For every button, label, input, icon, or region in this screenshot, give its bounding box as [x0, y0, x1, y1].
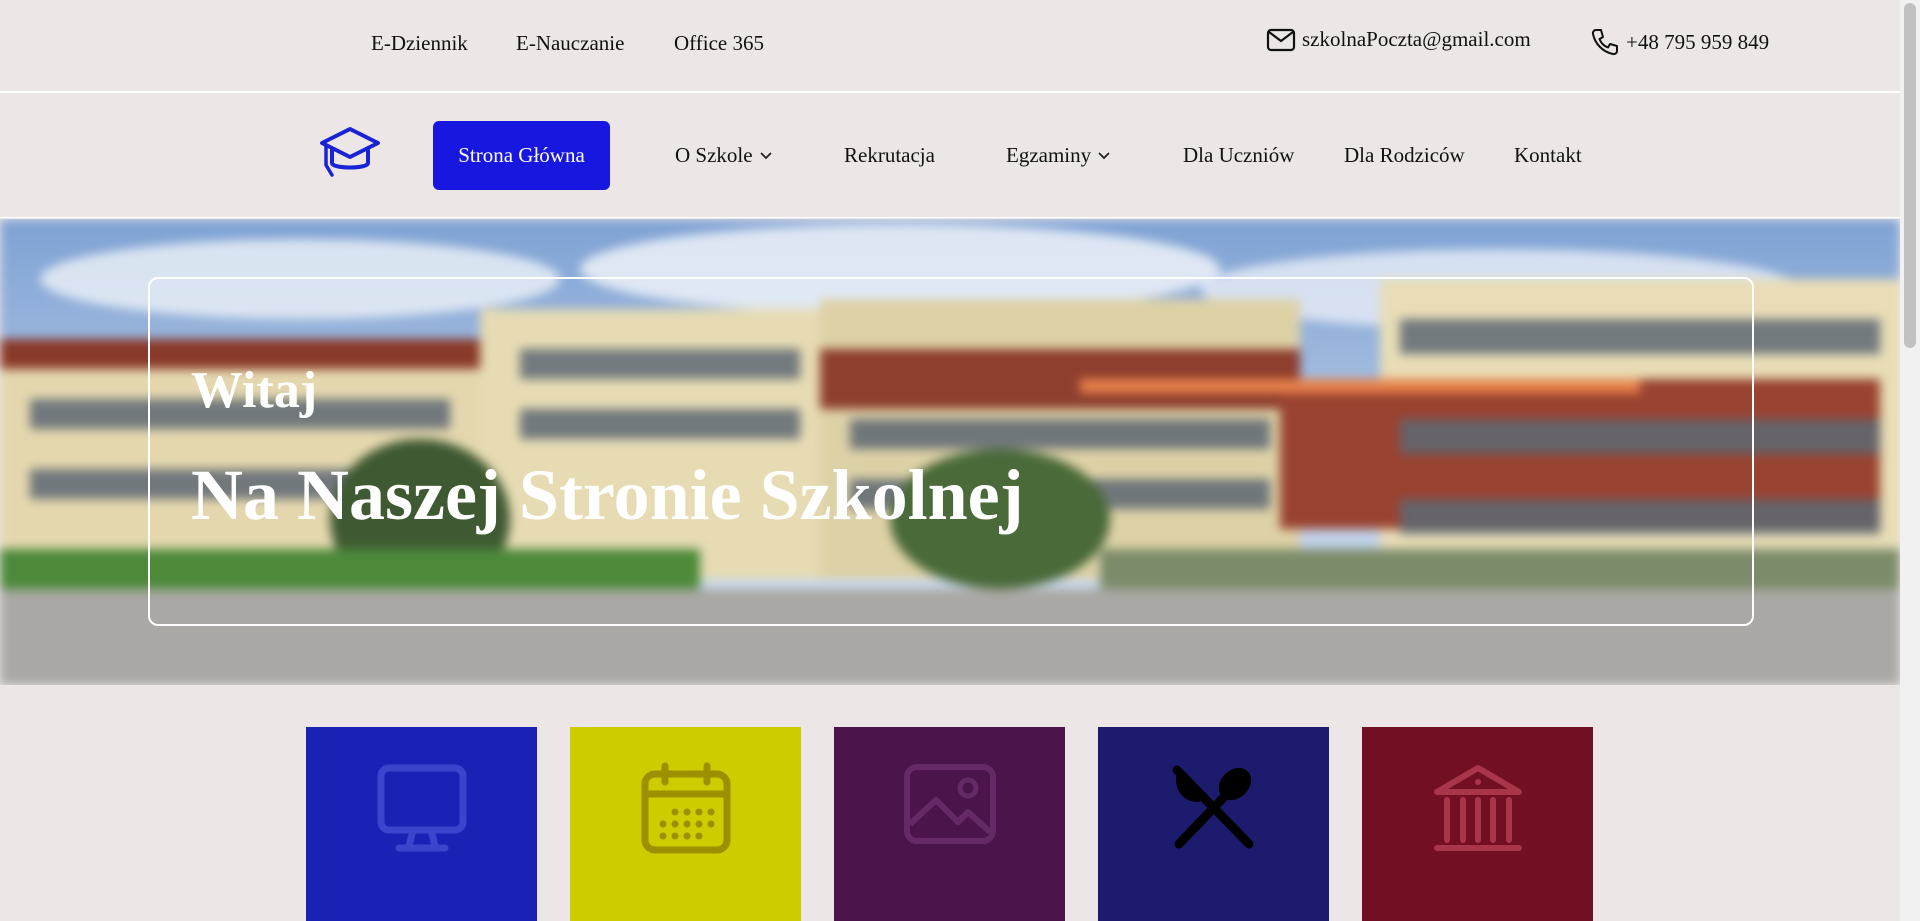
nav-egzaminy-label: Egzaminy [1006, 143, 1092, 167]
chevron-down-icon [759, 151, 772, 159]
scrollbar-thumb[interactable] [1904, 3, 1916, 348]
nav-dla-rodzicow-label: Dla Rodziców [1344, 143, 1465, 167]
e-dziennik-link[interactable]: E-Dziennik [371, 31, 468, 56]
tile-canteen[interactable] [1098, 727, 1329, 921]
hero-title: Na Naszej Stronie Szkolnej [191, 455, 1024, 535]
page-scrollbar[interactable] [1900, 0, 1920, 921]
nav-dla-uczniow-label: Dla Uczniów [1183, 143, 1295, 167]
tile-calendar[interactable] [570, 727, 801, 921]
building-icon [1433, 765, 1522, 851]
nav-home-button[interactable]: Strona Główna [433, 121, 610, 190]
office-365-link[interactable]: Office 365 [674, 31, 764, 56]
image-icon [903, 764, 996, 844]
email-text: szkolnaPoczta@gmail.com [1302, 27, 1531, 51]
mail-icon [1266, 28, 1296, 51]
nav-o-szkole[interactable]: O Szkole [675, 143, 773, 168]
phone-contact[interactable]: +48 795 959 849 [1590, 27, 1769, 57]
nav-o-szkole-label: O Szkole [675, 143, 753, 167]
top-bar: E-Dziennik E-Nauczanie Office 365 szkoln… [0, 0, 1900, 93]
monitor-icon [377, 764, 466, 852]
graduation-cap-icon[interactable] [318, 125, 382, 186]
nav-rekrutacja[interactable]: Rekrutacja [844, 143, 935, 168]
e-nauczanie-link[interactable]: E-Nauczanie [516, 31, 624, 56]
main-nav: Strona Główna O Szkole Rekrutacja Egzami… [0, 93, 1900, 218]
hero-greeting: Witaj [191, 362, 318, 419]
email-contact[interactable]: szkolnaPoczta@gmail.com [1266, 27, 1531, 52]
calendar-icon [641, 762, 730, 854]
hero-banner: Witaj Na Naszej Stronie Szkolnej [0, 219, 1900, 685]
nav-egzaminy[interactable]: Egzaminy [1006, 143, 1111, 168]
nav-dla-uczniow[interactable]: Dla Uczniów [1183, 143, 1294, 168]
chevron-down-icon [1098, 151, 1110, 159]
nav-kontakt[interactable]: Kontakt [1514, 143, 1582, 168]
tile-gallery[interactable] [834, 727, 1065, 921]
fork-spoon-icon [1172, 765, 1253, 849]
hero-box: Witaj Na Naszej Stronie Szkolnej [148, 277, 1754, 626]
nav-dla-rodzicow[interactable]: Dla Rodziców [1344, 143, 1465, 168]
tile-school[interactable] [1362, 727, 1593, 921]
nav-kontakt-label: Kontakt [1514, 143, 1582, 167]
phone-icon [1591, 29, 1618, 56]
nav-rekrutacja-label: Rekrutacja [844, 143, 935, 167]
phone-text: +48 795 959 849 [1626, 29, 1770, 54]
tile-computer[interactable] [306, 727, 537, 921]
